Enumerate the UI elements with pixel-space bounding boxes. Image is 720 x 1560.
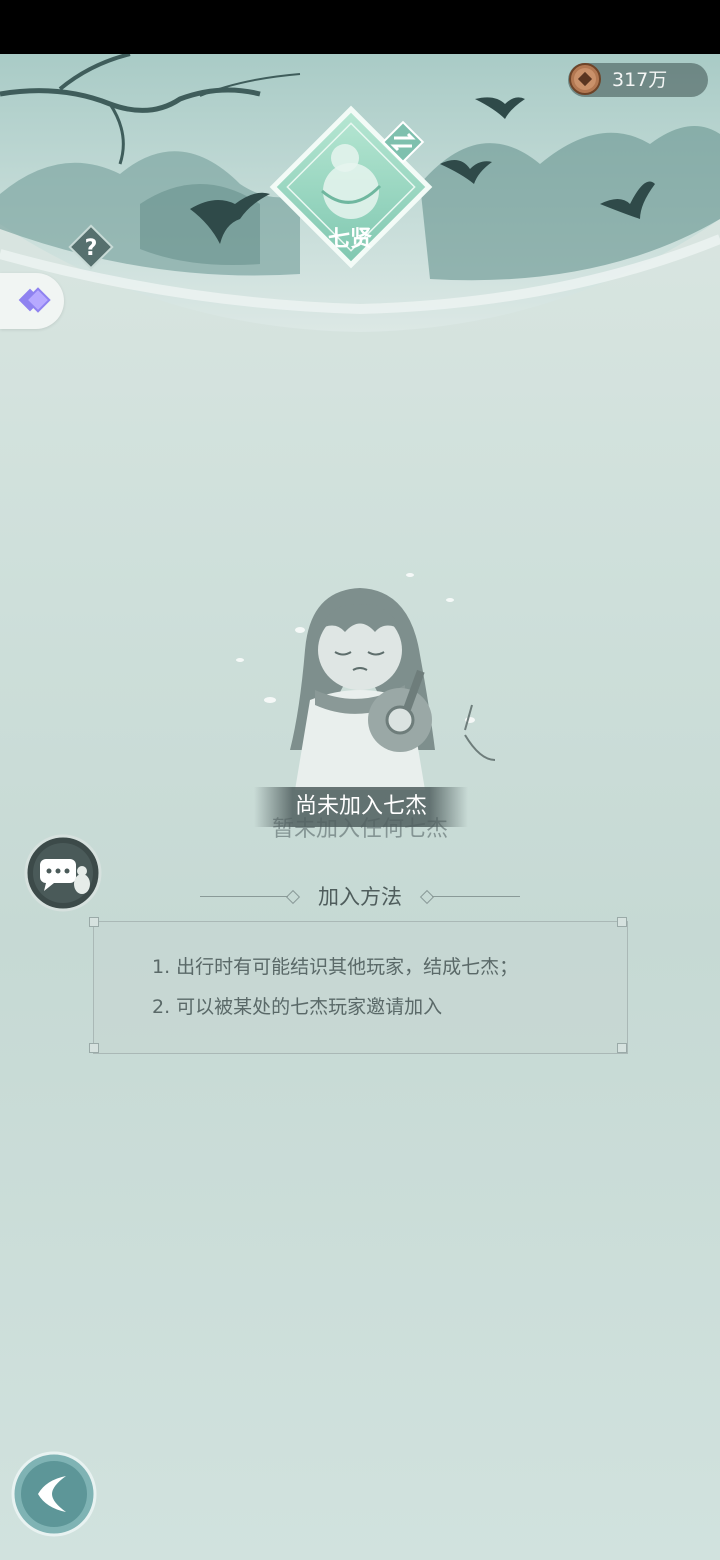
question-icon[interactable]: ? — [66, 222, 116, 272]
sad-character-illustration — [236, 573, 496, 790]
status-bar — [0, 0, 720, 54]
copper-coin-icon — [569, 63, 601, 95]
join-step-2: 2. 可以被某处的七杰玩家邀请加入 — [152, 996, 443, 1018]
divider-right — [432, 896, 520, 897]
chat-bubble-icon[interactable] — [24, 834, 102, 912]
svg-text:?: ? — [85, 236, 98, 261]
diamond-toggle-icon — [18, 287, 51, 313]
divider-left — [200, 896, 288, 897]
corner-ornament — [617, 917, 627, 927]
status-title: 尚未加入七杰 — [294, 794, 427, 819]
back-arrow-icon[interactable] — [10, 1450, 98, 1538]
corner-ornament — [617, 1043, 627, 1053]
currency-amount: 317万 — [612, 69, 668, 91]
side-toggle-button[interactable] — [0, 273, 64, 329]
emblem-label: 七贤 — [327, 226, 372, 252]
diamond-ornament-left — [285, 889, 301, 905]
join-step-1: 1. 出行时有可能结识其他玩家，结成七杰； — [152, 956, 519, 978]
swap-icon[interactable] — [378, 117, 428, 167]
join-method-panel — [93, 921, 628, 1054]
corner-ornament — [89, 1043, 99, 1053]
diamond-ornament-right — [419, 889, 435, 905]
join-method-title: 加入方法 — [318, 885, 402, 909]
corner-ornament — [89, 917, 99, 927]
